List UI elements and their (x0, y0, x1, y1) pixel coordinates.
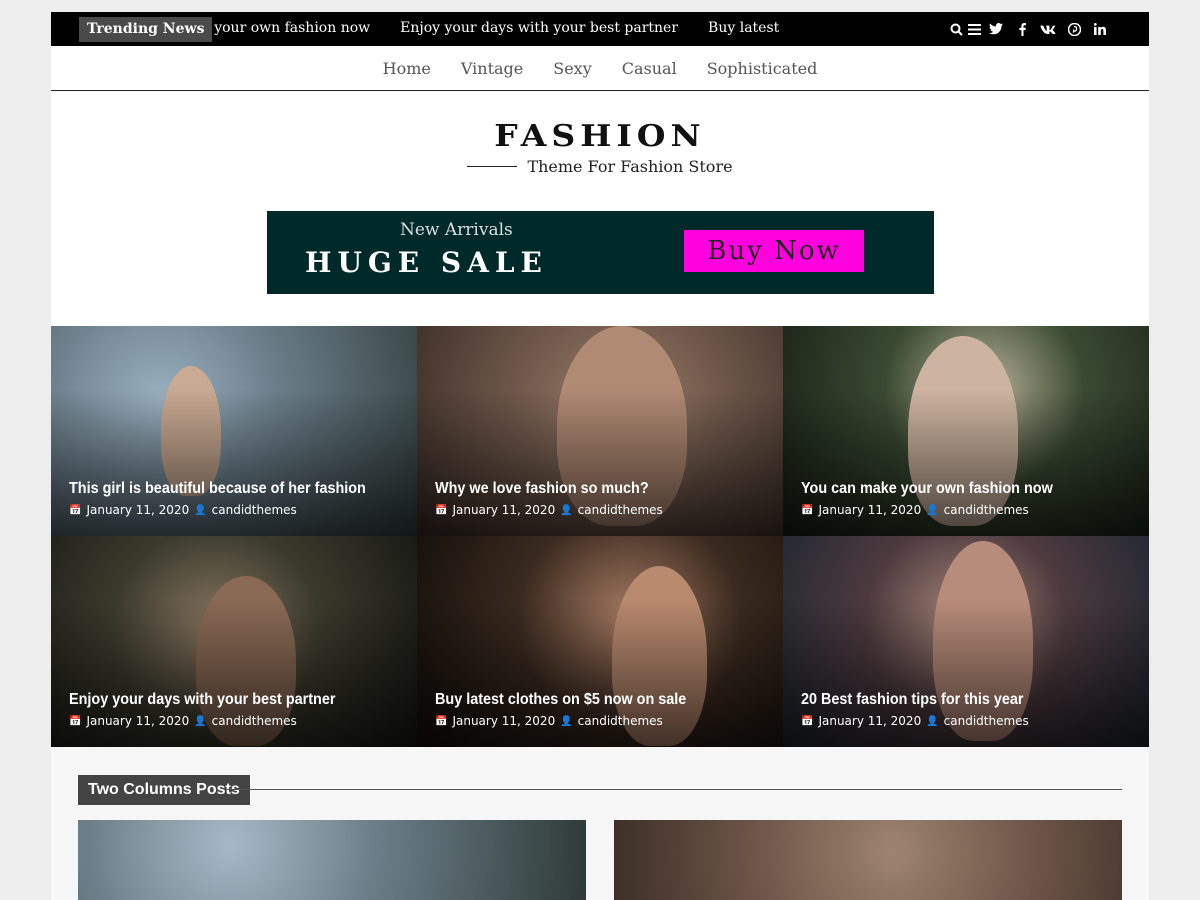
site-tagline-row: Theme For Fashion Store (51, 157, 1149, 176)
pinterest-icon[interactable] (1061, 12, 1087, 46)
post-meta: 📅 January 11, 2020 👤 candidthemes (69, 714, 297, 728)
top-bar: Trending News ke your own fashion now En… (51, 12, 1149, 46)
calendar-icon: 📅 (435, 715, 448, 727)
user-icon: 👤 (926, 715, 939, 727)
banner-headline: HUGE SALE (305, 246, 548, 279)
user-icon: 👤 (560, 504, 573, 516)
sale-banner[interactable]: New Arrivals HUGE SALE Buy Now (267, 211, 934, 294)
vk-icon[interactable] (1035, 12, 1061, 46)
main-navigation: Home Vintage Sexy Casual Sophisticated (51, 46, 1149, 91)
site-title[interactable]: FASHION (494, 118, 705, 154)
post-meta: 📅 January 11, 2020 👤 candidthemes (435, 503, 663, 517)
post-author[interactable]: candidthemes (944, 503, 1029, 517)
linkedin-icon[interactable] (1087, 12, 1113, 46)
post-date[interactable]: January 11, 2020 (818, 503, 921, 517)
post-author[interactable]: candidthemes (944, 714, 1029, 728)
post-meta: 📅 January 11, 2020 👤 candidthemes (801, 714, 1029, 728)
post-date[interactable]: January 11, 2020 (452, 503, 555, 517)
search-icon[interactable] (947, 12, 965, 46)
post-card[interactable]: This girl is beautiful because of her fa… (51, 326, 417, 536)
post-date[interactable]: January 11, 2020 (452, 714, 555, 728)
post-title[interactable]: Buy latest clothes on $5 now on sale (435, 691, 686, 709)
ticker-item[interactable]: ke your own fashion now (193, 12, 370, 45)
tagline-rule (467, 166, 518, 167)
calendar-icon: 📅 (801, 504, 814, 516)
post-date[interactable]: January 11, 2020 (86, 714, 189, 728)
post-card[interactable]: Buy latest clothes on $5 now on sale 📅 J… (417, 536, 783, 747)
facebook-icon[interactable] (1009, 12, 1035, 46)
nav-item-sophisticated[interactable]: Sophisticated (707, 59, 818, 78)
post-title[interactable]: You can make your own fashion now (801, 480, 1053, 498)
two-columns-section: Two Columns Posts (51, 747, 1149, 900)
ticker-item[interactable]: Enjoy your days with your best partner (400, 12, 678, 45)
nav-item-vintage[interactable]: Vintage (461, 59, 523, 78)
page: Trending News ke your own fashion now En… (51, 12, 1149, 900)
user-icon: 👤 (194, 504, 207, 516)
user-icon: 👤 (926, 504, 939, 516)
post-title[interactable]: This girl is beautiful because of her fa… (69, 480, 366, 498)
site-logo[interactable]: FASHION Theme For Fashion Store (51, 116, 1149, 176)
post-date[interactable]: January 11, 2020 (818, 714, 921, 728)
calendar-icon: 📅 (435, 504, 448, 516)
nav-item-casual[interactable]: Casual (622, 59, 677, 78)
post-card[interactable]: Enjoy your days with your best partner 📅… (51, 536, 417, 747)
calendar-icon: 📅 (69, 504, 82, 516)
nav-item-home[interactable]: Home (383, 59, 431, 78)
post-title[interactable]: Why we love fashion so much? (435, 480, 649, 498)
post-author[interactable]: candidthemes (212, 503, 297, 517)
section-title: Two Columns Posts (78, 775, 250, 805)
nav-item-sexy[interactable]: Sexy (553, 59, 592, 78)
menu-icon[interactable] (965, 12, 983, 46)
site-tagline: Theme For Fashion Store (527, 157, 733, 176)
post-author[interactable]: candidthemes (578, 714, 663, 728)
user-icon: 👤 (194, 715, 207, 727)
trending-news-label: Trending News (79, 17, 213, 42)
post-card[interactable]: You can make your own fashion now 📅 Janu… (783, 326, 1149, 536)
top-icons (947, 12, 1113, 46)
post-author[interactable]: candidthemes (578, 503, 663, 517)
post-meta: 📅 January 11, 2020 👤 candidthemes (435, 714, 663, 728)
post-title[interactable]: Enjoy your days with your best partner (69, 691, 335, 709)
buy-now-button[interactable]: Buy Now (684, 230, 864, 272)
news-ticker: ke your own fashion now Enjoy your days … (193, 12, 893, 46)
banner-kicker: New Arrivals (400, 220, 513, 240)
user-icon: 👤 (560, 715, 573, 727)
post-title[interactable]: 20 Best fashion tips for this year (801, 691, 1023, 709)
section-divider (227, 789, 1122, 790)
post-thumbnail[interactable] (78, 820, 586, 900)
post-date[interactable]: January 11, 2020 (86, 503, 189, 517)
calendar-icon: 📅 (801, 715, 814, 727)
calendar-icon: 📅 (69, 715, 82, 727)
post-meta: 📅 January 11, 2020 👤 candidthemes (801, 503, 1029, 517)
ticker-item[interactable]: Buy latest (708, 12, 779, 45)
post-author[interactable]: candidthemes (212, 714, 297, 728)
featured-posts-grid: This girl is beautiful because of her fa… (51, 326, 1149, 747)
twitter-icon[interactable] (983, 12, 1009, 46)
post-card[interactable]: Why we love fashion so much? 📅 January 1… (417, 326, 783, 536)
post-meta: 📅 January 11, 2020 👤 candidthemes (69, 503, 297, 517)
post-card[interactable]: 20 Best fashion tips for this year 📅 Jan… (783, 536, 1149, 747)
post-thumbnail[interactable] (614, 820, 1122, 900)
